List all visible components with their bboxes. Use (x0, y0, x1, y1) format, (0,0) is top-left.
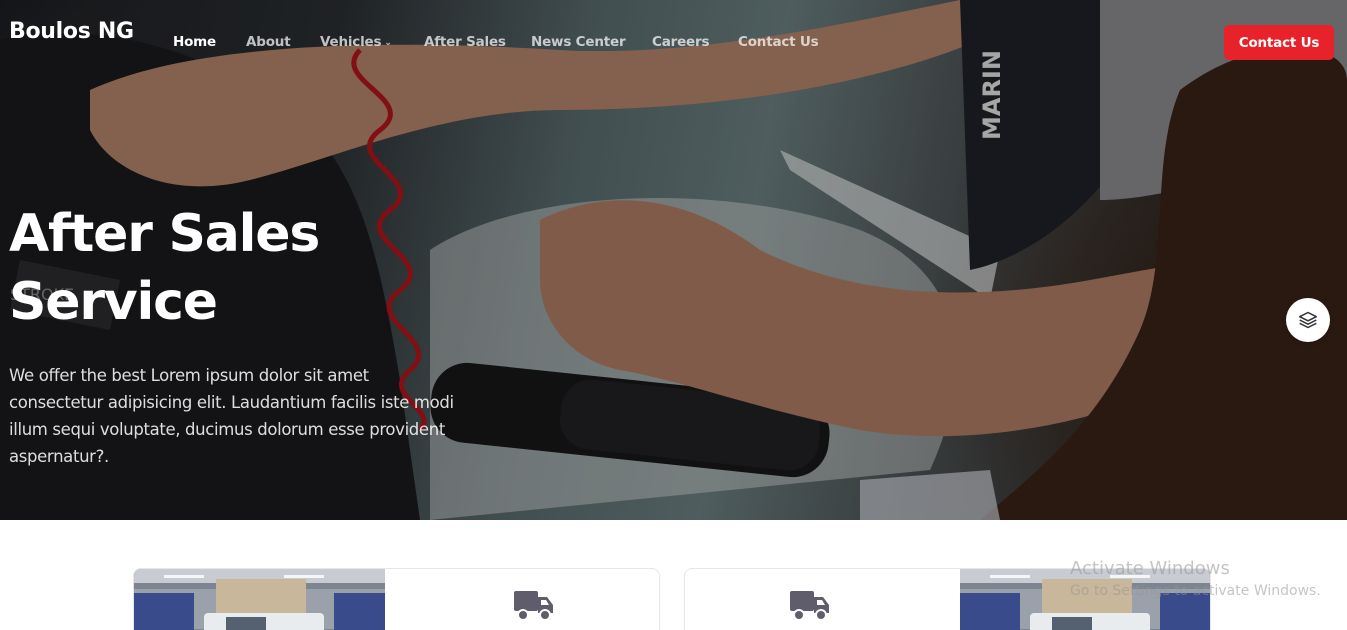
chevron-down-icon: ⌄ (384, 38, 392, 48)
layers-button[interactable] (1286, 298, 1330, 342)
contact-us-button[interactable]: Contact Us (1224, 25, 1334, 60)
nav-vehicles[interactable]: Vehicles ⌄ (320, 34, 392, 50)
truck-icon (514, 591, 553, 621)
nav-about[interactable]: About (246, 34, 291, 50)
page-title-line-1: After Sales (9, 204, 320, 264)
nav-news-center[interactable]: News Center (531, 34, 626, 50)
page-title-line-2: Service (9, 272, 218, 332)
page-title: After Sales Service (9, 200, 409, 336)
service-card[interactable] (133, 568, 660, 630)
nav-contact-us[interactable]: Contact Us (738, 34, 819, 50)
hero-description: We offer the best Lorem ipsum dolor sit … (9, 366, 454, 466)
activation-watermark-subtitle: Go to Settings to activate Windows. (1070, 583, 1321, 599)
activation-watermark-title: Activate Windows (1070, 558, 1230, 579)
hero-banner: STROKE MARIN Boulos NG Home About Vehicl… (0, 0, 1347, 520)
brand-logo[interactable]: Boulos NG (9, 19, 134, 44)
workshop-truck-photo (134, 569, 385, 630)
nav-careers[interactable]: Careers (652, 34, 709, 50)
layers-icon (1298, 311, 1318, 329)
truck-icon (790, 591, 829, 621)
nav-after-sales[interactable]: After Sales (424, 34, 506, 50)
nav-home[interactable]: Home (173, 34, 216, 50)
nav-vehicles-label: Vehicles (320, 34, 382, 50)
